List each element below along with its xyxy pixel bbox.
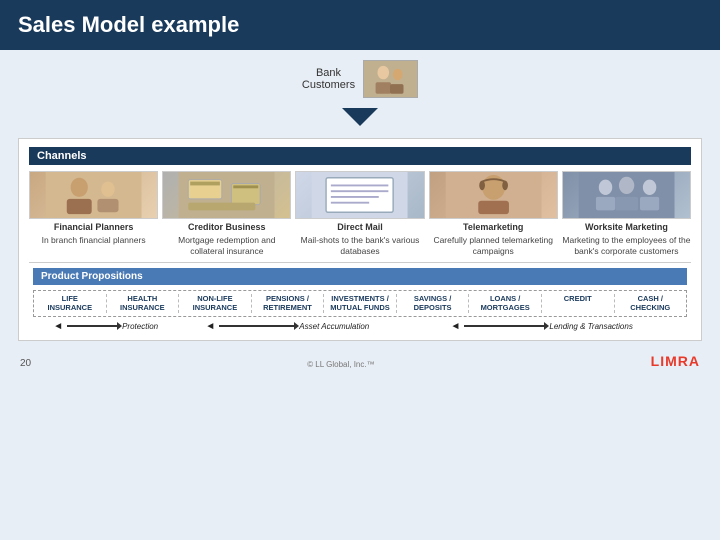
channel-creditor-business: Creditor Business Mortgage redemption an… [162, 171, 291, 257]
channel-worksite-marketing: Worksite Marketing Marketing to the empl… [562, 171, 691, 257]
product-health-top: HEALTH [127, 294, 157, 303]
channel-direct-mail: Direct Mail Mail-shots to the bank's var… [295, 171, 424, 257]
lending-arrow-section: ◄ Lending & Transactions [396, 321, 687, 332]
financial-planners-label: Financial Planners [54, 222, 134, 232]
asset-accumulation-label: Asset Accumulation [299, 322, 369, 331]
protection-arrow-section: ◄ Protection [33, 321, 178, 332]
direct-mail-label: Direct Mail [337, 222, 383, 232]
product-nonlife-top: NON-LIFE [197, 294, 232, 303]
product-savings: SAVINGS / DEPOSITS [397, 294, 470, 313]
bank-customers-label: BankCustomers [302, 67, 355, 91]
arrow-down-icon [342, 108, 378, 126]
direct-mail-desc: Mail-shots to the bank's various databas… [295, 235, 424, 257]
product-investments: INVESTMENTS / MUTUAL FUNDS [324, 294, 397, 313]
limra-logo: LIMRA [651, 353, 700, 369]
product-loans-bot: MORTGAGES [481, 303, 530, 312]
bank-customers-photo [363, 60, 418, 98]
product-pensions-bot: RETIREMENT [263, 303, 312, 312]
creditor-business-photo [162, 171, 291, 219]
copyright: © LL Global, Inc.™ [31, 360, 651, 369]
protection-label: Protection [122, 322, 158, 331]
product-pensions-top: PENSIONS / [266, 294, 309, 303]
page-header: Sales Model example [0, 0, 720, 50]
product-cash-bot: CHECKING [630, 303, 670, 312]
product-credit-top: CREDIT [564, 294, 592, 303]
channels-header: Channels [29, 147, 691, 165]
product-pensions: PENSIONS / RETIREMENT [252, 294, 325, 313]
product-savings-top: SAVINGS / [414, 294, 451, 303]
product-health-insurance: HEALTH INSURANCE [107, 294, 180, 313]
worksite-marketing-desc: Marketing to the employees of the bank's… [562, 235, 691, 257]
product-investments-top: INVESTMENTS / [331, 294, 389, 303]
footer: 20 © LL Global, Inc.™ LIMRA [18, 353, 702, 369]
asset-accumulation-arrow-section: ◄ Asset Accumulation [178, 321, 396, 332]
worksite-marketing-photo [562, 171, 691, 219]
worksite-marketing-label: Worksite Marketing [585, 222, 668, 232]
product-credit: CREDIT [542, 294, 615, 313]
divider [29, 262, 691, 263]
channels-row: Financial Planners In branch financial p… [29, 171, 691, 257]
telemarketing-label: Telemarketing [463, 222, 523, 232]
channel-telemarketing: Telemarketing Carefully planned telemark… [429, 171, 558, 257]
product-life-bot: INSURANCE [47, 303, 92, 312]
financial-planners-desc: In branch financial planners [42, 235, 146, 246]
bank-customers-row: BankCustomers [18, 60, 702, 98]
product-investments-bot: MUTUAL FUNDS [330, 303, 389, 312]
product-cash-top: CASH / [638, 294, 663, 303]
creditor-business-desc: Mortgage redemption and collateral insur… [162, 235, 291, 257]
channels-box: Channels Financial Planners In branch fi… [18, 138, 702, 341]
telemarketing-photo [429, 171, 558, 219]
products-container: Product Propositions LIFE INSURANCE HEAL… [29, 268, 691, 332]
creditor-business-label: Creditor Business [188, 222, 266, 232]
lending-label: Lending & Transactions [549, 322, 632, 331]
page-number: 20 [20, 358, 31, 369]
channel-financial-planners: Financial Planners In branch financial p… [29, 171, 158, 257]
page-title: Sales Model example [18, 12, 239, 38]
product-columns: LIFE INSURANCE HEALTH INSURANCE NON-LIFE… [33, 290, 687, 317]
product-nonlife-bot: INSURANCE [193, 303, 238, 312]
product-loans-top: LOANS / [490, 294, 520, 303]
main-content: BankCustomers Channels [0, 50, 720, 379]
product-life-top: LIFE [62, 294, 78, 303]
telemarketing-desc: Carefully planned telemarketing campaign… [429, 235, 558, 257]
direct-mail-photo [295, 171, 424, 219]
product-cash: CASH / CHECKING [615, 294, 687, 313]
product-savings-bot: DEPOSITS [414, 303, 452, 312]
product-life-insurance: LIFE INSURANCE [34, 294, 107, 313]
product-propositions-header: Product Propositions [33, 268, 687, 285]
product-loans: LOANS / MORTGAGES [469, 294, 542, 313]
financial-planners-photo [29, 171, 158, 219]
product-nonlife-insurance: NON-LIFE INSURANCE [179, 294, 252, 313]
product-health-bot: INSURANCE [120, 303, 165, 312]
